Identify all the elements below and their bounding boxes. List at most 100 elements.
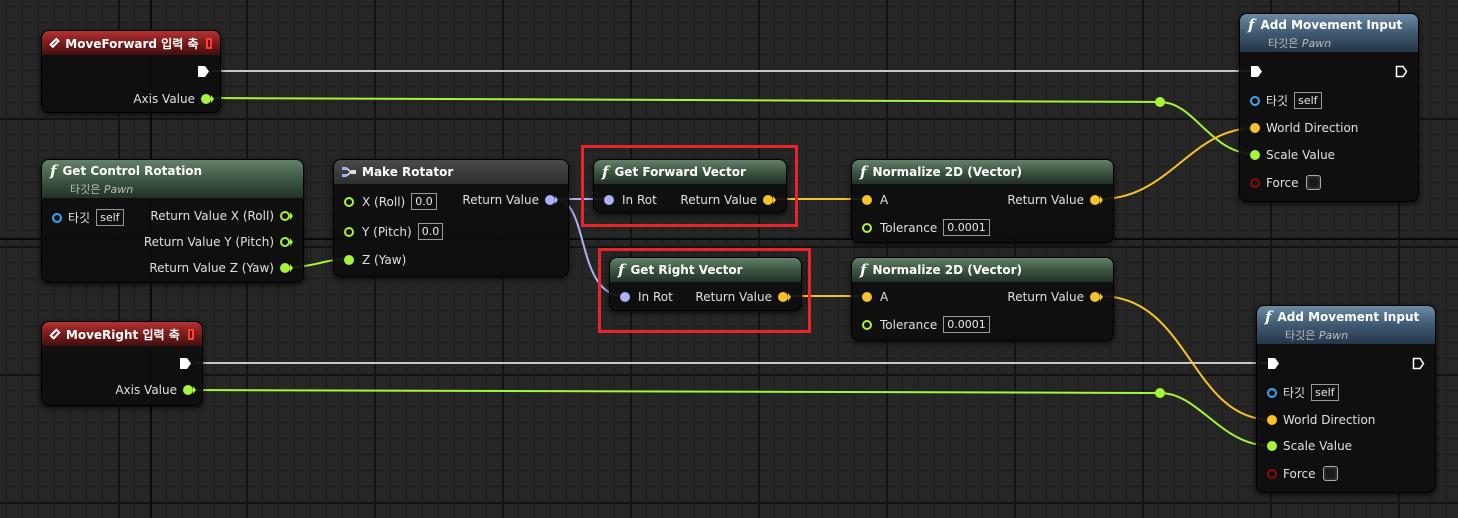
node-normalize-2d-forward[interactable]: f Normalize 2D (Vector) A Tolerance 0.00… bbox=[851, 159, 1114, 243]
axis-value-pin[interactable]: Axis Value bbox=[133, 92, 214, 106]
node-get-control-rotation[interactable]: f Get Control Rotation 타깃은 Pawn 타깃 self … bbox=[41, 159, 304, 283]
float-pin-icon bbox=[862, 319, 872, 330]
node-header[interactable]: MoveRight 입력 축 bbox=[42, 322, 202, 346]
return-rotator-pin[interactable]: Return Value bbox=[462, 193, 558, 207]
return-vector-pin[interactable]: Return Value bbox=[1007, 290, 1103, 304]
vector-wire-norm1 bbox=[1099, 127, 1256, 200]
float-pin-icon bbox=[201, 94, 211, 104]
target-pin[interactable]: 타깃 self bbox=[1250, 92, 1322, 109]
vector-pin-icon bbox=[1250, 123, 1260, 133]
axis-value-pin[interactable]: Axis Value bbox=[115, 383, 196, 397]
scale-value-pin[interactable]: Scale Value bbox=[1250, 148, 1335, 162]
x-roll-field[interactable]: 0.0 bbox=[411, 193, 437, 210]
exec-out-pin[interactable] bbox=[197, 65, 210, 78]
vector-pin-icon bbox=[1090, 195, 1100, 205]
function-icon: f bbox=[1248, 15, 1255, 34]
z-yaw-pin[interactable]: Z (Yaw) bbox=[344, 253, 406, 267]
pin-label: World Direction bbox=[1283, 413, 1376, 427]
float-pin-icon bbox=[1250, 150, 1260, 160]
pin-label: Force bbox=[1266, 175, 1299, 190]
node-header[interactable]: f Add Movement Input 타깃은 Pawn bbox=[1257, 306, 1435, 344]
subtitle-class: Pawn bbox=[103, 182, 134, 196]
node-title: Make Rotator bbox=[362, 165, 454, 179]
y-pitch-field[interactable]: 0.0 bbox=[417, 223, 444, 240]
object-pin-icon bbox=[1267, 387, 1277, 398]
node-normalize-2d-right[interactable]: f Normalize 2D (Vector) A Tolerance 0.00… bbox=[851, 257, 1114, 341]
node-header[interactable]: f Normalize 2D (Vector) bbox=[852, 160, 1113, 184]
node-moveforward-axis-event[interactable]: MoveForward 입력 축 Axis Value bbox=[41, 30, 221, 113]
reroute-knot-right bbox=[1155, 388, 1165, 398]
tolerance-field[interactable]: 0.0001 bbox=[943, 316, 990, 333]
pin-arrow-icon bbox=[193, 386, 196, 394]
make-struct-icon bbox=[342, 167, 356, 177]
node-header[interactable]: Make Rotator bbox=[334, 160, 568, 184]
pin-label: Tolerance bbox=[880, 220, 938, 235]
target-pin[interactable]: 타깃 self bbox=[52, 209, 124, 226]
pin-label: Return Value bbox=[1007, 193, 1084, 207]
y-pitch-pin[interactable]: Y (Pitch) 0.0 bbox=[344, 223, 444, 240]
x-roll-pin[interactable]: X (Roll) 0.0 bbox=[344, 193, 437, 210]
node-header[interactable]: f Add Movement Input 타깃은 Pawn bbox=[1240, 14, 1418, 52]
subtitle-prefix: 타깃은 bbox=[1268, 36, 1299, 50]
exec-out-pin[interactable] bbox=[179, 357, 192, 370]
float-pin-icon bbox=[183, 385, 193, 395]
force-checkbox[interactable] bbox=[1323, 466, 1339, 481]
pin-arrow-icon bbox=[290, 212, 293, 220]
highlight-box-forward-vector bbox=[581, 145, 798, 227]
node-make-rotator[interactable]: Make Rotator X (Roll) 0.0 Y (Pitch) 0.0 … bbox=[333, 159, 569, 277]
target-self-field[interactable]: self bbox=[1311, 384, 1339, 401]
tolerance-pin[interactable]: Tolerance 0.0001 bbox=[862, 219, 990, 236]
target-self-field[interactable]: self bbox=[1294, 92, 1322, 109]
output-delegate-icon[interactable] bbox=[187, 328, 194, 340]
node-add-movement-input-forward[interactable]: f Add Movement Input 타깃은 Pawn 타깃 self Wo… bbox=[1239, 13, 1419, 202]
float-pin-icon bbox=[862, 222, 872, 233]
rotator-pin-icon bbox=[545, 195, 555, 205]
target-pin[interactable]: 타깃 self bbox=[1267, 384, 1339, 401]
exec-in-pin[interactable] bbox=[1250, 65, 1263, 78]
target-self-field[interactable]: self bbox=[96, 209, 124, 226]
force-pin[interactable]: Force bbox=[1250, 175, 1322, 190]
object-pin-icon bbox=[52, 212, 62, 223]
node-title: Normalize 2D (Vector) bbox=[872, 263, 1023, 277]
return-z-pin[interactable]: Return Value Z (Yaw) bbox=[149, 261, 293, 275]
pin-label: Force bbox=[1283, 466, 1316, 481]
node-header[interactable]: MoveForward 입력 축 bbox=[42, 31, 220, 55]
return-y-pin[interactable]: Return Value Y (Pitch) bbox=[144, 235, 293, 249]
a-vector-pin[interactable]: A bbox=[862, 290, 888, 304]
reroute-knot-forward bbox=[1155, 97, 1165, 107]
exec-arrow-icon bbox=[1268, 358, 1279, 369]
float-pin-icon bbox=[280, 237, 290, 247]
return-x-pin[interactable]: Return Value X (Roll) bbox=[150, 209, 293, 223]
function-icon: f bbox=[860, 261, 867, 279]
node-add-movement-input-right[interactable]: f Add Movement Input 타깃은 Pawn 타깃 self Wo… bbox=[1256, 305, 1436, 493]
tolerance-field[interactable]: 0.0001 bbox=[943, 219, 990, 236]
exec-in-pin[interactable] bbox=[1267, 357, 1280, 370]
node-header[interactable]: f Normalize 2D (Vector) bbox=[852, 258, 1113, 282]
node-title: MoveRight 입력 축 bbox=[65, 327, 180, 342]
exec-out-pin[interactable] bbox=[1412, 357, 1425, 370]
force-checkbox[interactable] bbox=[1306, 175, 1322, 190]
world-direction-pin[interactable]: World Direction bbox=[1267, 413, 1375, 427]
output-delegate-icon[interactable] bbox=[206, 37, 212, 49]
tolerance-pin[interactable]: Tolerance 0.0001 bbox=[862, 316, 990, 333]
subtitle-prefix: 타깃은 bbox=[1285, 328, 1316, 342]
node-title: Normalize 2D (Vector) bbox=[872, 165, 1023, 179]
world-direction-pin[interactable]: World Direction bbox=[1250, 121, 1358, 135]
pin-arrow-icon bbox=[555, 196, 558, 204]
node-header[interactable]: f Get Control Rotation 타깃은 Pawn bbox=[42, 160, 303, 198]
pin-label: A bbox=[880, 290, 889, 304]
a-vector-pin[interactable]: A bbox=[862, 193, 888, 207]
pin-label: Scale Value bbox=[1283, 439, 1353, 453]
float-pin-icon bbox=[1267, 441, 1277, 451]
exec-arrow-icon bbox=[1251, 66, 1262, 77]
pin-label: Axis Value bbox=[133, 92, 195, 106]
pin-label: 타깃 bbox=[1266, 94, 1289, 108]
force-pin[interactable]: Force bbox=[1267, 466, 1339, 481]
pin-label: Axis Value bbox=[115, 383, 177, 397]
pin-label: 타깃 bbox=[68, 211, 91, 225]
node-moveright-axis-event[interactable]: MoveRight 입력 축 Axis Value bbox=[41, 321, 203, 406]
scale-value-pin[interactable]: Scale Value bbox=[1267, 439, 1352, 453]
exec-out-pin[interactable] bbox=[1395, 65, 1408, 78]
node-title: MoveForward 입력 축 bbox=[65, 36, 199, 51]
return-vector-pin[interactable]: Return Value bbox=[1007, 193, 1103, 207]
